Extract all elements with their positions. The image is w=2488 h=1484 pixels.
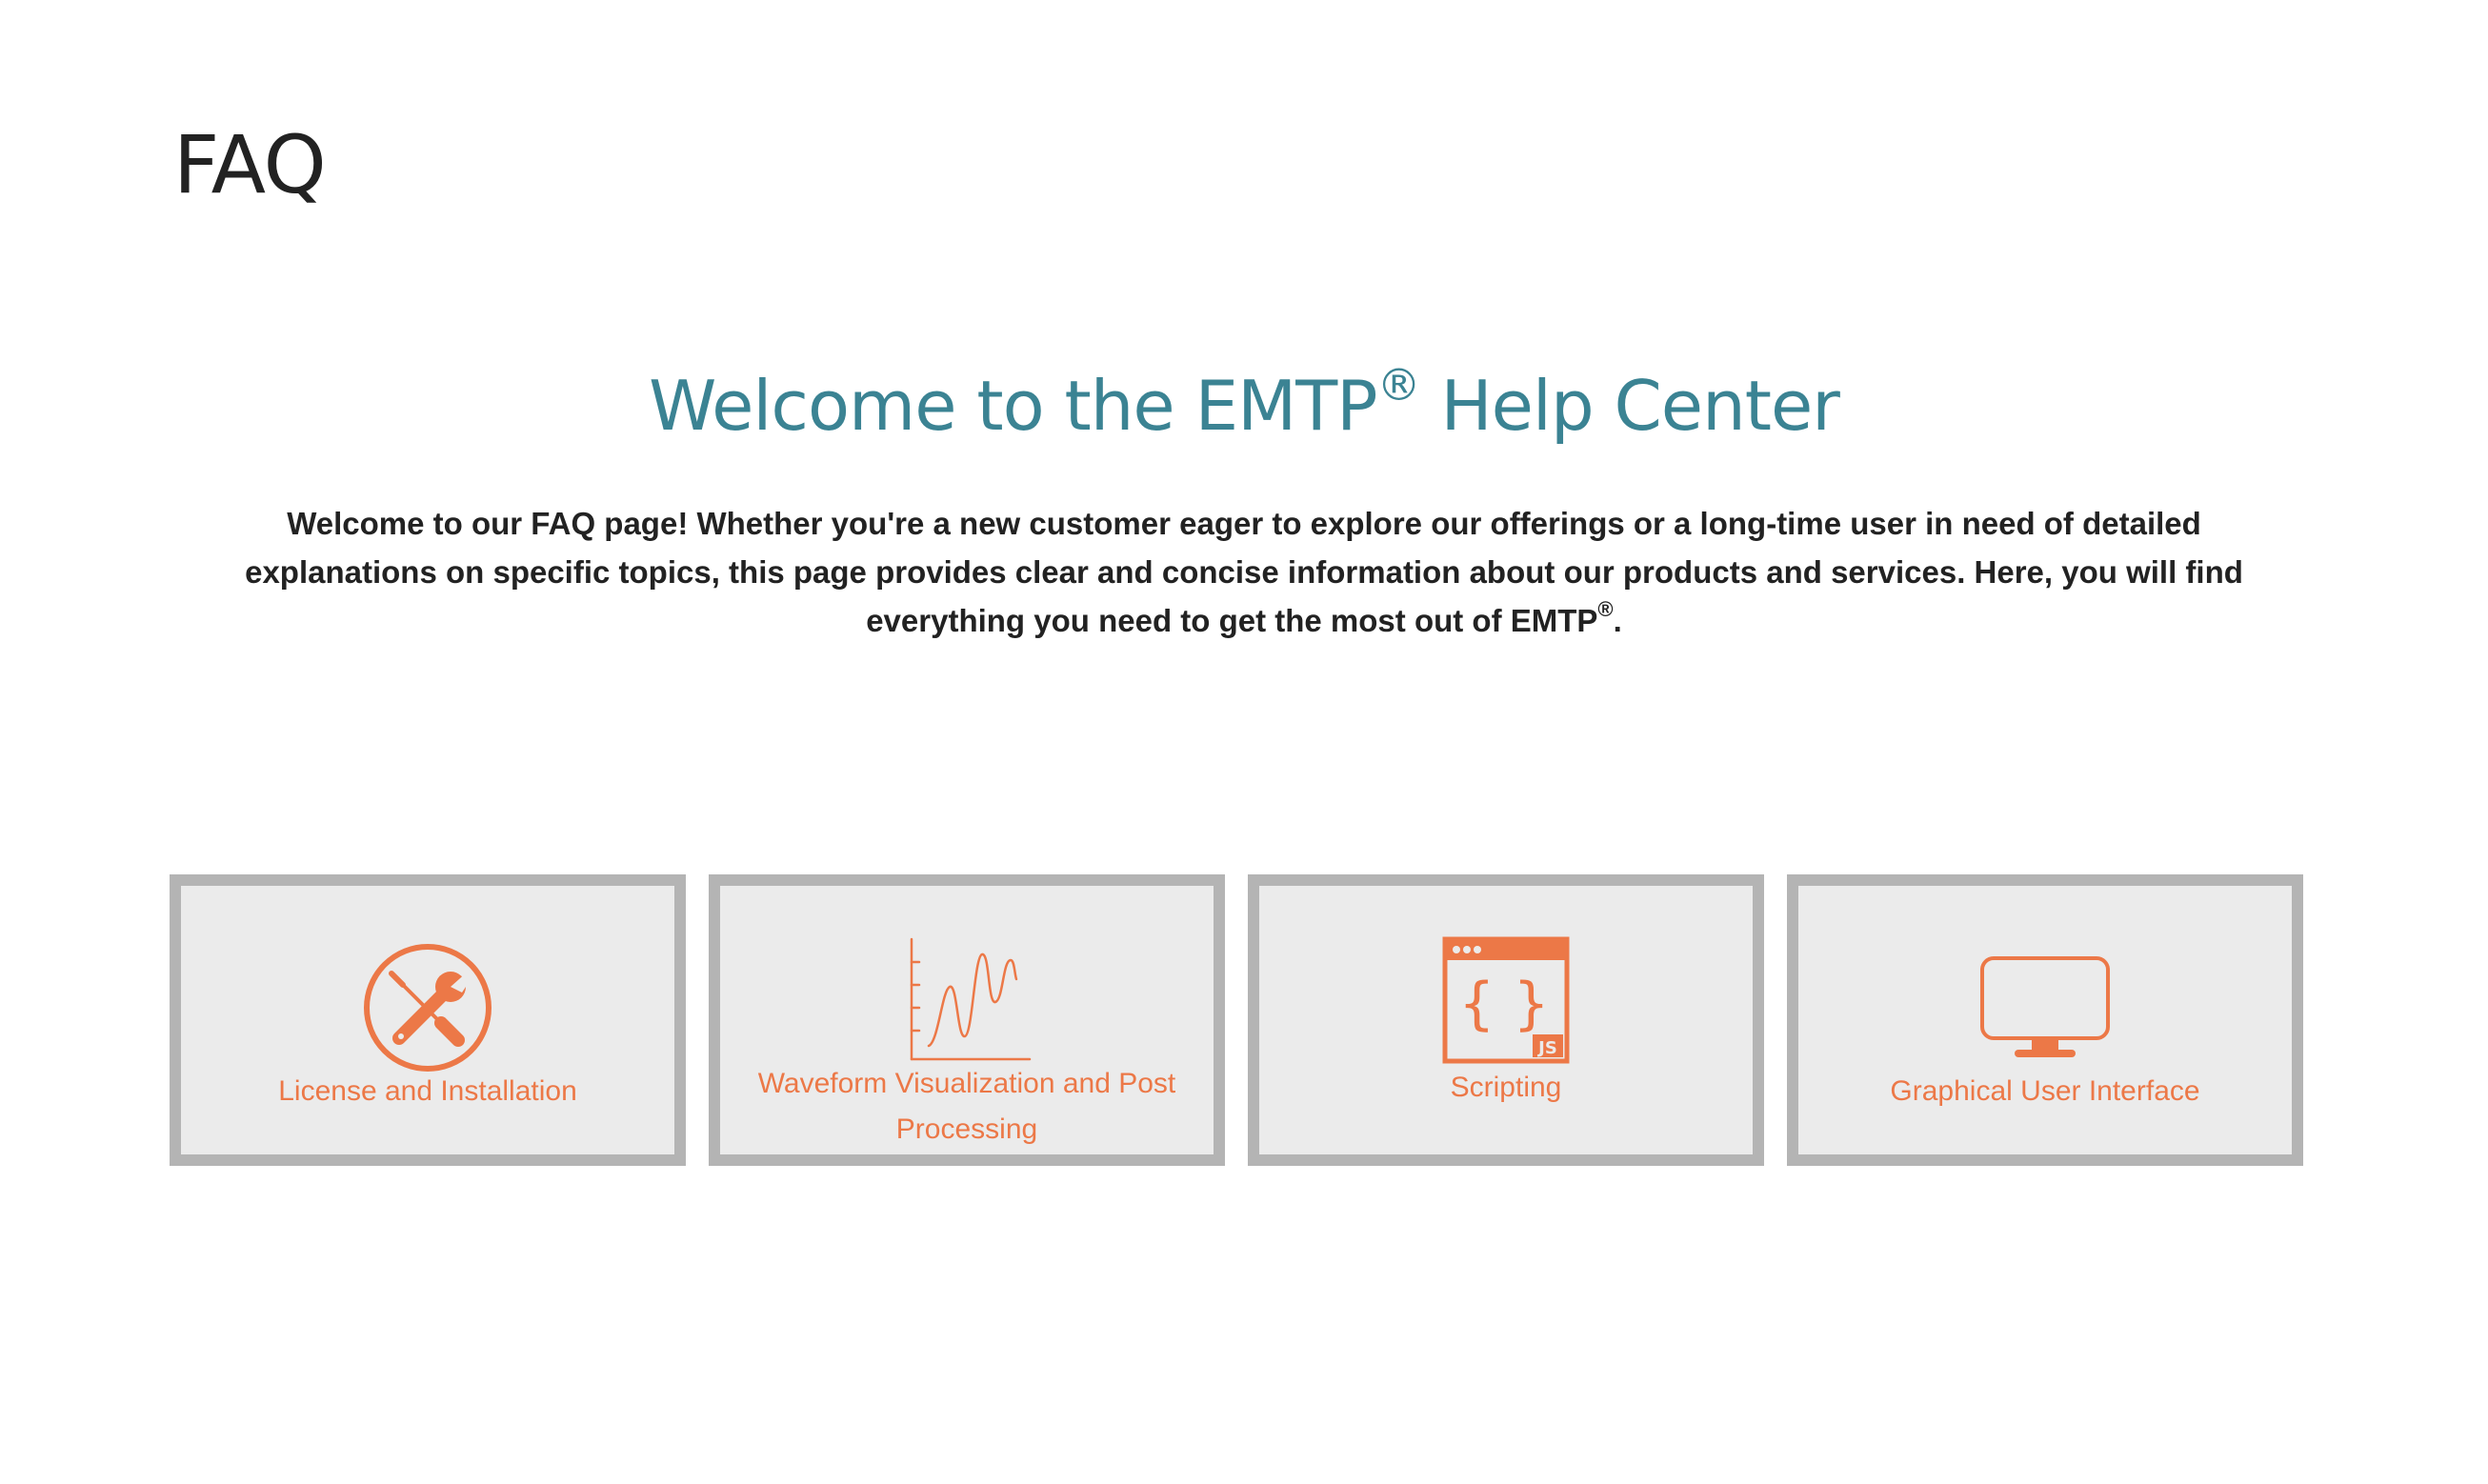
category-card-gui[interactable]: Graphical User Interface bbox=[1787, 874, 2303, 1166]
help-center-heading: Welcome to the EMTP® Help Center bbox=[0, 360, 2488, 451]
javascript-code-icon: { } JS bbox=[1442, 936, 1570, 1064]
heading-suffix: Help Center bbox=[1419, 366, 1839, 446]
intro-paragraph: Welcome to our FAQ page! Whether you're … bbox=[191, 499, 2297, 645]
heading-text: Welcome to the EMTP bbox=[649, 366, 1377, 446]
waveform-chart-icon bbox=[910, 937, 1032, 1061]
category-label: License and Installation bbox=[278, 1075, 577, 1107]
category-label: Waveform Visualization and Post Processi… bbox=[757, 1068, 1176, 1145]
category-card-waveform[interactable]: Waveform Visualization and Post Processi… bbox=[709, 874, 1225, 1166]
svg-text:JS: JS bbox=[1536, 1038, 1557, 1058]
svg-text:{ }: { } bbox=[1458, 971, 1549, 1037]
tools-icon bbox=[364, 944, 492, 1072]
monitor-icon bbox=[1980, 956, 2110, 1057]
registered-mark: ® bbox=[1597, 597, 1614, 621]
category-label: Graphical User Interface bbox=[1890, 1075, 2200, 1107]
category-card-scripting[interactable]: { } JS Scripting bbox=[1248, 874, 1764, 1166]
intro-suffix: . bbox=[1613, 603, 1622, 638]
intro-text: Welcome to our FAQ page! Whether you're … bbox=[245, 506, 2243, 638]
registered-mark: ® bbox=[1376, 359, 1421, 411]
category-label: Scripting bbox=[1450, 1072, 1562, 1103]
page-title: FAQ bbox=[173, 118, 327, 211]
faq-category-grid: License and Installation Waveform Visual… bbox=[170, 874, 2303, 1166]
category-card-license-installation[interactable]: License and Installation bbox=[170, 874, 686, 1166]
